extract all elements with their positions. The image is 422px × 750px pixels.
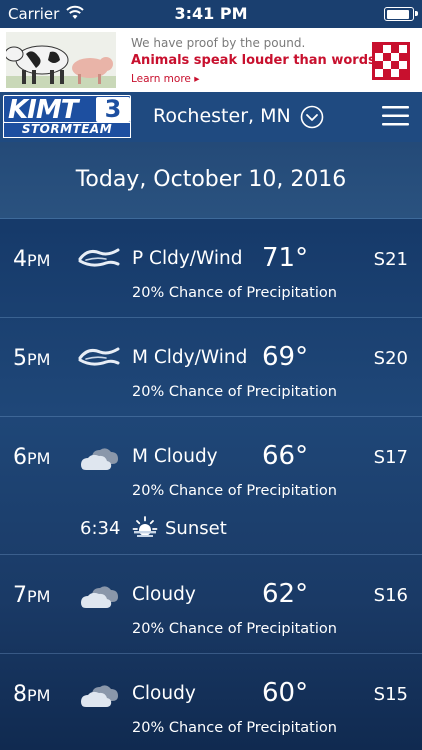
- hour-temperature: 60°: [262, 678, 309, 708]
- hour-precipitation: 20% Chance of Precipitation: [132, 384, 337, 400]
- logo-kimt-text: KIMT: [8, 95, 78, 125]
- hour-condition: P Cldy/Wind: [132, 248, 243, 269]
- hour-precipitation: 20% Chance of Precipitation: [132, 483, 337, 499]
- ad-banner[interactable]: We have proof by the pound. Animals spea…: [0, 28, 422, 92]
- hour-row[interactable]: 8PM Cloudy 60° S15 20% Chance of Precipi…: [0, 653, 422, 750]
- date-title: Today, October 10, 2016: [75, 167, 347, 192]
- wind-icon: [78, 347, 120, 366]
- status-bar: Carrier 3:41 PM: [0, 0, 422, 28]
- chevron-down-icon[interactable]: [300, 105, 324, 129]
- location-selector[interactable]: Rochester, MN: [153, 105, 291, 127]
- logo-stormteam-text: STORMTEAM: [3, 122, 131, 138]
- hour-wind: S20: [373, 348, 408, 369]
- hour-temperature: 66°: [262, 441, 309, 471]
- hour-condition: M Cloudy: [132, 446, 218, 467]
- hour-condition: Cloudy: [132, 584, 196, 605]
- wind-icon: [78, 248, 120, 267]
- hour-wind: S15: [373, 684, 408, 705]
- hour-time: 6PM: [13, 445, 51, 470]
- hour-row[interactable]: 6PM M Cloudy 66° S17 20% Chance of Preci…: [0, 416, 422, 555]
- hour-time: 8PM: [13, 682, 51, 707]
- hour-wind: S21: [373, 249, 408, 270]
- hamburger-menu-icon[interactable]: [382, 106, 409, 126]
- hour-time: 4PM: [13, 247, 51, 272]
- hour-row[interactable]: 5PM M Cldy/Wind 69° S20 20% Chance of Pr…: [0, 317, 422, 417]
- hour-temperature: 62°: [262, 579, 309, 609]
- ad-headline: We have proof by the pound.: [131, 36, 306, 50]
- sunset-label: Sunset: [165, 518, 227, 539]
- ad-tagline: Animals speak louder than words.: [131, 53, 381, 68]
- cloud-icon: [81, 448, 118, 470]
- hour-precipitation: 20% Chance of Precipitation: [132, 285, 337, 301]
- hour-wind: S17: [373, 447, 408, 468]
- cloud-icon: [81, 685, 118, 707]
- hour-precipitation: 20% Chance of Precipitation: [132, 621, 337, 637]
- ad-animals-image: [6, 32, 116, 88]
- clock: 3:41 PM: [174, 4, 248, 23]
- cloud-icon: [81, 586, 118, 608]
- kimt-stormteam-logo[interactable]: KIMT 3 STORMTEAM: [3, 95, 131, 139]
- hour-time: 7PM: [13, 583, 51, 608]
- logo-number: 3: [96, 97, 130, 122]
- battery-icon: [384, 7, 418, 21]
- date-header: Today, October 10, 2016: [0, 142, 422, 219]
- sunset-icon: [132, 516, 158, 537]
- sunset-time: 6:34: [80, 518, 121, 539]
- hour-temperature: 71°: [262, 243, 309, 273]
- hour-condition: M Cldy/Wind: [132, 347, 248, 368]
- checkerboard-logo-icon: [372, 42, 410, 80]
- hour-condition: Cloudy: [132, 683, 196, 704]
- hour-precipitation: 20% Chance of Precipitation: [132, 720, 337, 736]
- hour-row[interactable]: 4PM P Cldy/Wind 71° S21 20% Chance of Pr…: [0, 218, 422, 318]
- hour-temperature: 69°: [262, 342, 309, 372]
- hour-wind: S16: [373, 585, 408, 606]
- hour-row[interactable]: 7PM Cloudy 62° S16 20% Chance of Precipi…: [0, 554, 422, 654]
- hour-time: 5PM: [13, 346, 51, 371]
- ad-learn-more-link[interactable]: Learn more ▸: [131, 73, 200, 85]
- app-header: KIMT 3 STORMTEAM Rochester, MN: [0, 92, 422, 142]
